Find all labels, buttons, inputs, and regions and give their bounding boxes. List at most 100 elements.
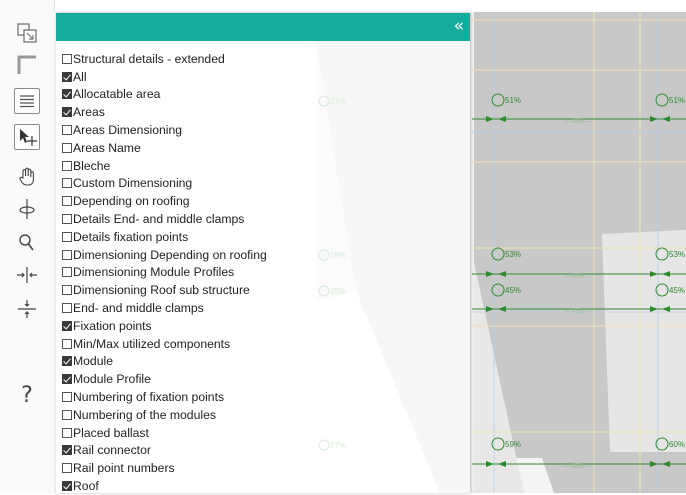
layer-label: Module — [73, 354, 113, 369]
svg-text:— 45% —: — 45% — — [564, 274, 591, 280]
layer-label: Dimensioning Roof sub structure — [73, 283, 250, 298]
marker-label: 53% — [505, 250, 521, 259]
layer-label: Module Profile — [73, 372, 151, 387]
layer-item[interactable]: Numbering of fixation points — [62, 388, 462, 406]
corner-icon[interactable] — [14, 52, 40, 78]
marker-label: 51% — [669, 96, 685, 105]
layer-checkbox[interactable] — [62, 89, 72, 100]
layer-label: Custom Dimensioning — [73, 176, 193, 191]
layer-checkbox[interactable] — [62, 125, 72, 136]
vertical-distribute-icon[interactable] — [14, 296, 40, 322]
layer-item[interactable]: Details End- and middle clamps — [62, 210, 462, 228]
layer-item[interactable]: Dimensioning Module Profiles — [62, 264, 462, 282]
layer-item[interactable]: Areas Dimensioning — [62, 121, 462, 139]
layer-item[interactable]: Areas — [62, 103, 462, 121]
rotate-axis-icon[interactable] — [14, 196, 40, 222]
layer-label: All — [73, 69, 87, 84]
layer-checkbox[interactable] — [62, 160, 72, 171]
layer-label: Areas Dimensioning — [73, 123, 183, 138]
panel-header: « — [56, 13, 470, 41]
layer-label: Rail point numbers — [73, 461, 175, 476]
marker-label: 45% — [669, 286, 685, 295]
layer-label: Details End- and middle clamps — [73, 212, 245, 227]
select-area-icon[interactable] — [14, 20, 40, 46]
layer-checkbox[interactable] — [62, 142, 72, 153]
layers-icon[interactable] — [14, 88, 40, 114]
layer-checkbox[interactable] — [62, 267, 72, 278]
layer-item[interactable]: Bleche — [62, 157, 462, 175]
layer-checkbox[interactable] — [62, 71, 72, 82]
layer-item[interactable]: Module — [62, 353, 462, 371]
layer-item[interactable]: Custom Dimensioning — [62, 175, 462, 193]
layer-checkbox[interactable] — [62, 356, 72, 367]
layer-label: Areas Name — [73, 140, 141, 155]
layer-checkbox[interactable] — [62, 481, 72, 492]
layer-checkbox[interactable] — [62, 214, 72, 225]
layer-checkbox[interactable] — [62, 285, 72, 296]
svg-text:— 45% —: — 45% — — [564, 119, 591, 125]
layer-label: Details fixation points — [73, 229, 189, 244]
marker-label: 59% — [505, 440, 521, 449]
layer-label: Roof — [73, 479, 99, 494]
layer-item[interactable]: Dimensioning Roof sub structure — [62, 281, 462, 299]
pointer-move-icon[interactable] — [14, 124, 40, 150]
layer-item[interactable]: Allocatable area — [62, 86, 462, 104]
layer-item[interactable]: Areas Name — [62, 139, 462, 157]
layer-checkbox[interactable] — [62, 392, 72, 403]
marker-label: 51% — [505, 96, 521, 105]
help-label: ? — [21, 382, 33, 408]
layer-label: Structural details - extended — [73, 51, 225, 66]
layer-checkbox[interactable] — [62, 107, 72, 118]
layer-item[interactable]: All — [62, 68, 462, 86]
layer-label: Rail connector — [73, 443, 151, 458]
collapse-panel-icon[interactable]: « — [454, 17, 464, 35]
layer-label: Areas — [73, 105, 105, 120]
layer-checkbox[interactable] — [62, 445, 72, 456]
layer-label: Allocatable area — [73, 87, 161, 102]
layer-item[interactable]: Placed ballast — [62, 424, 462, 442]
svg-text:— 45% —: — 45% — — [564, 309, 591, 315]
layer-item[interactable]: Depending on roofing — [62, 192, 462, 210]
left-toolbar: ? — [0, 0, 55, 493]
layer-item[interactable]: Numbering of the modules — [62, 406, 462, 424]
layer-checkbox[interactable] — [62, 178, 72, 189]
layer-list: Structural details - extended All Allocata… — [62, 50, 462, 495]
layer-label: Depending on roofing — [73, 194, 190, 209]
layer-label: Bleche — [73, 158, 111, 173]
layer-item[interactable]: Module Profile — [62, 370, 462, 388]
layer-item[interactable]: End- and middle clamps — [62, 299, 462, 317]
layer-checkbox[interactable] — [62, 320, 72, 331]
layer-checkbox[interactable] — [62, 338, 72, 349]
layer-item[interactable]: Rail connector — [62, 442, 462, 460]
layer-checkbox[interactable] — [62, 249, 72, 260]
layer-item[interactable]: Rail point numbers — [62, 459, 462, 477]
layer-label: Placed ballast — [73, 425, 149, 440]
search-icon[interactable] — [14, 230, 40, 256]
layer-checkbox[interactable] — [62, 463, 72, 474]
layer-label: Numbering of fixation points — [73, 390, 225, 405]
layer-item[interactable]: Dimensioning Depending on roofing — [62, 246, 462, 264]
marker-label: 60% — [669, 440, 685, 449]
layer-checkbox[interactable] — [62, 409, 72, 420]
layer-item[interactable]: Structural details - extended — [62, 50, 462, 68]
layer-item[interactable]: Min/Max utilized components — [62, 335, 462, 353]
layer-item[interactable]: Details fixation points — [62, 228, 462, 246]
layer-panel: « 27% 28% 25% 27% Structural details - e… — [56, 13, 470, 493]
layer-item[interactable]: Fixation points — [62, 317, 462, 335]
layer-checkbox[interactable] — [62, 53, 72, 64]
layer-label: Fixation points — [73, 318, 152, 333]
layer-item[interactable]: Roof — [62, 477, 462, 495]
horizontal-distribute-icon[interactable] — [14, 262, 40, 288]
marker-label: 45% — [505, 286, 521, 295]
layer-checkbox[interactable] — [62, 427, 72, 438]
help-icon[interactable]: ? — [14, 382, 40, 408]
hand-pan-icon[interactable] — [14, 164, 40, 190]
layer-label: End- and middle clamps — [73, 301, 204, 316]
layer-label: Dimensioning Module Profiles — [73, 265, 235, 280]
layer-checkbox[interactable] — [62, 374, 72, 385]
layer-label: Dimensioning Depending on roofing — [73, 247, 267, 262]
layer-checkbox[interactable] — [62, 303, 72, 314]
layer-label: Numbering of the modules — [73, 407, 216, 422]
layer-checkbox[interactable] — [62, 196, 72, 207]
layer-checkbox[interactable] — [62, 231, 72, 242]
